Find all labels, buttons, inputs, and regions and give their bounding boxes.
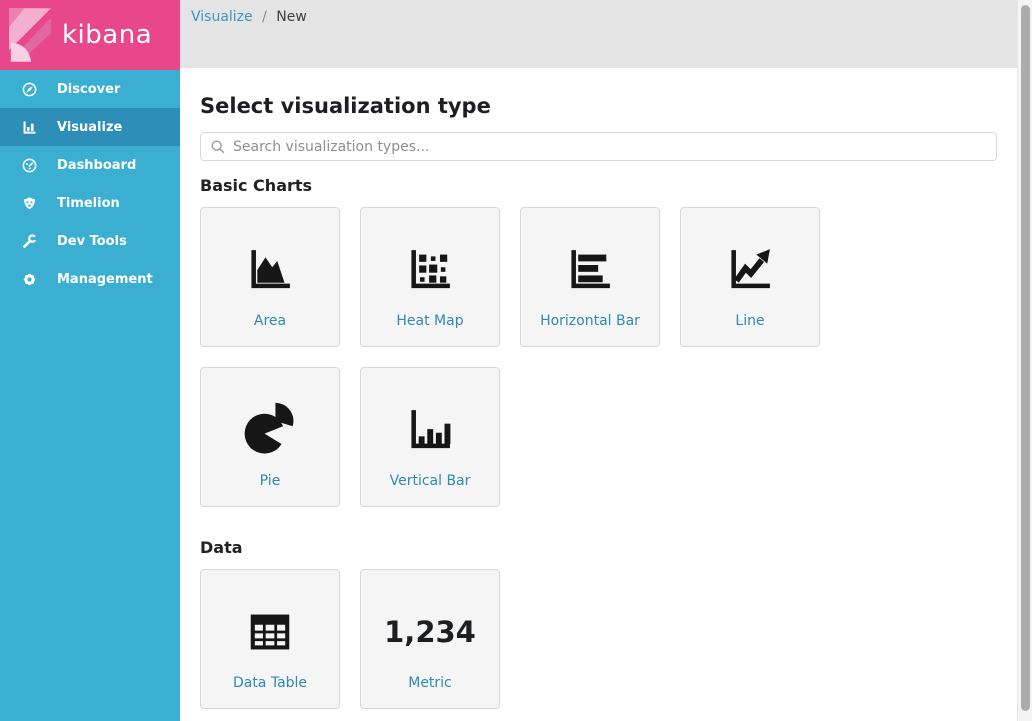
sidebar-item-discover[interactable]: Discover (0, 70, 180, 108)
compass-icon (20, 80, 38, 98)
bar-chart-icon (20, 118, 38, 136)
card-label: Vertical Bar (390, 473, 471, 489)
heat-map-icon (401, 239, 459, 301)
sidebar-item-label: Timelion (57, 196, 120, 211)
scrollbar-track (1017, 0, 1032, 721)
card-label: Horizontal Bar (540, 313, 640, 329)
area-chart-icon (241, 239, 299, 301)
sidebar-item-label: Dev Tools (57, 234, 127, 249)
main-area: Visualize / New Select visualization typ… (180, 0, 1032, 721)
kibana-logo-icon (9, 8, 51, 62)
card-label: Metric (408, 675, 452, 691)
line-chart-icon (721, 239, 779, 301)
timelion-icon (20, 194, 38, 212)
vis-card-vertical-bar[interactable]: Vertical Bar (360, 367, 500, 507)
metric-preview-number: 1,234 (384, 601, 476, 663)
sidebar-item-label: Visualize (57, 120, 122, 135)
search-icon (210, 139, 226, 155)
vis-card-horizontal-bar[interactable]: Horizontal Bar (520, 207, 660, 347)
dashboard-icon (20, 156, 38, 174)
sidebar-item-label: Discover (57, 82, 120, 97)
kibana-app: kibana Discover (0, 0, 1032, 721)
search-input[interactable] (233, 139, 987, 155)
breadcrumb-separator: / (262, 9, 267, 25)
breadcrumb: Visualize / New (180, 0, 1032, 68)
data-grid: Data Table 1,234 Metric (200, 569, 860, 709)
sidebar-item-label: Management (57, 272, 153, 287)
kibana-logo-link[interactable]: kibana (0, 0, 180, 70)
sidebar-item-dashboard[interactable]: Dashboard (0, 146, 180, 184)
vis-card-data-table[interactable]: Data Table (200, 569, 340, 709)
card-label: Heat Map (396, 313, 463, 329)
sidebar-nav: Discover Visualize (0, 70, 180, 298)
sidebar-item-label: Dashboard (57, 158, 136, 173)
logo-text: kibana (62, 20, 152, 50)
sidebar: kibana Discover (0, 0, 180, 721)
card-label: Area (254, 313, 286, 329)
wrench-icon (20, 232, 38, 250)
gear-icon (20, 270, 38, 288)
vis-card-line[interactable]: Line (680, 207, 820, 347)
section-label-basic-charts: Basic Charts (200, 176, 997, 195)
card-label: Pie (260, 473, 281, 489)
breadcrumb-visualize-link[interactable]: Visualize (191, 9, 253, 25)
search-box (200, 132, 997, 161)
vis-card-area[interactable]: Area (200, 207, 340, 347)
basic-charts-grid: Area (200, 207, 860, 507)
page-title: Select visualization type (200, 94, 997, 118)
vis-card-metric[interactable]: 1,234 Metric (360, 569, 500, 709)
card-label: Data Table (233, 675, 307, 691)
horizontal-bar-icon (561, 239, 619, 301)
pie-chart-icon (241, 399, 299, 461)
breadcrumb-current: New (276, 9, 307, 25)
data-table-icon (241, 601, 299, 663)
sidebar-item-management[interactable]: Management (0, 260, 180, 298)
metric-icon: 1,234 (384, 601, 476, 663)
vis-card-heat-map[interactable]: Heat Map (360, 207, 500, 347)
sidebar-item-timelion[interactable]: Timelion (0, 184, 180, 222)
vertical-bar-icon (401, 399, 459, 461)
section-label-data: Data (200, 538, 997, 557)
content-panel: Select visualization type Basic Charts (180, 68, 1017, 721)
card-label: Line (735, 313, 764, 329)
vis-card-pie[interactable]: Pie (200, 367, 340, 507)
sidebar-item-dev-tools[interactable]: Dev Tools (0, 222, 180, 260)
scrollbar-thumb[interactable] (1021, 5, 1030, 711)
sidebar-item-visualize[interactable]: Visualize (0, 108, 180, 146)
